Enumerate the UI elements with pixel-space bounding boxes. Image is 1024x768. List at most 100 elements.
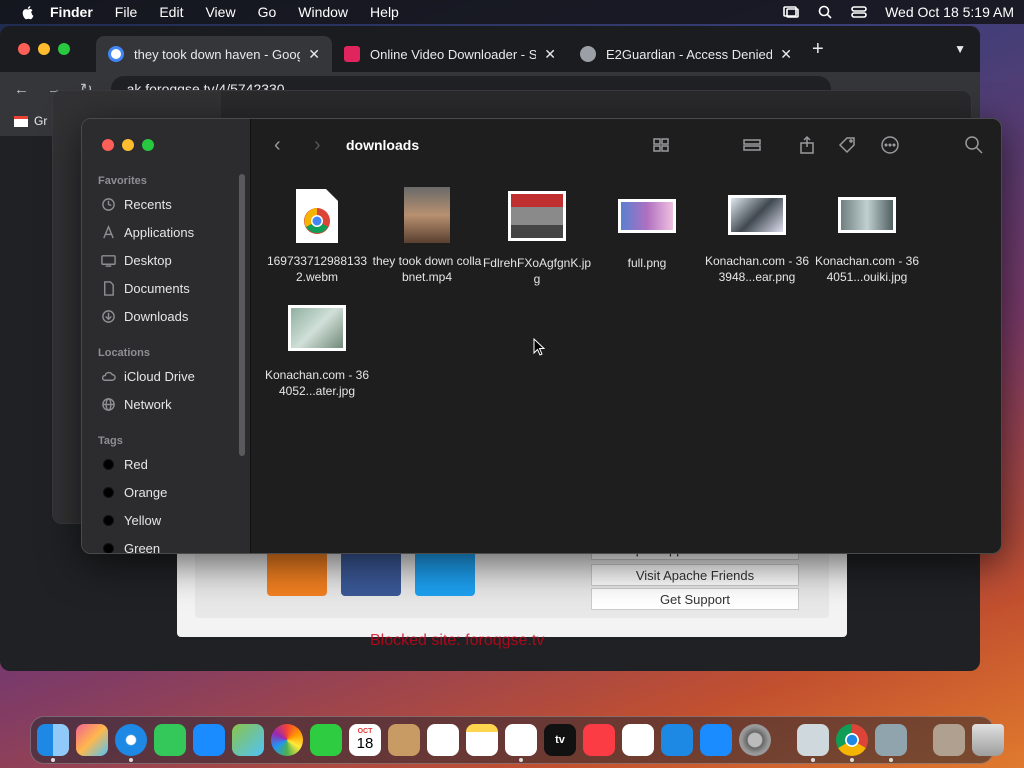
group-by-button[interactable] <box>742 135 762 160</box>
mouse-cursor-icon <box>533 338 545 356</box>
tag-dot-icon <box>103 514 114 526</box>
close-button[interactable] <box>18 43 30 55</box>
freeform-dock-icon[interactable] <box>505 724 537 762</box>
sidebar-item-label: Network <box>124 396 172 412</box>
zoom-button[interactable] <box>58 43 70 55</box>
file-item-konachan-2[interactable]: Konachan.com - 364051...ouiki.jpg <box>812 197 922 285</box>
close-tab-icon[interactable]: ✕ <box>544 46 556 63</box>
launchpad-dock-icon[interactable] <box>76 724 108 756</box>
trash-dock-icon[interactable] <box>972 724 1004 756</box>
bookmark-label[interactable]: Gr <box>34 114 47 128</box>
sidebar-scrollbar[interactable] <box>239 174 245 456</box>
preview-dock-icon[interactable] <box>875 724 907 762</box>
chrome-dock-icon[interactable] <box>836 724 868 762</box>
maps-dock-icon[interactable] <box>232 724 264 756</box>
minimize-button[interactable] <box>38 43 50 55</box>
browser-tab-2[interactable]: Online Video Downloader - SS ✕ <box>332 36 568 72</box>
reminders-dock-icon[interactable] <box>427 724 459 756</box>
sidebar-item-label: Red <box>124 456 148 472</box>
file-item-full-png[interactable]: full.png <box>592 199 702 271</box>
share-button[interactable] <box>797 135 817 160</box>
tab-search-chevron-icon[interactable]: ▼ <box>954 42 966 56</box>
downloads-stack-dock-icon[interactable] <box>933 724 965 756</box>
file-item-konachan-1[interactable]: Konachan.com - 363948...ear.png <box>702 195 812 285</box>
photos-dock-icon[interactable] <box>271 724 303 756</box>
tag-dot-icon <box>103 458 114 470</box>
window-controls <box>102 139 154 151</box>
running-indicator <box>811 758 815 762</box>
applications-icon <box>103 224 114 238</box>
menu-edit[interactable]: Edit <box>159 4 183 20</box>
file-item-webm[interactable]: 1697337129881332.webm <box>262 187 372 285</box>
search-button[interactable] <box>964 135 984 160</box>
sidebar-item-desktop[interactable]: Desktop <box>101 249 172 271</box>
running-indicator <box>889 758 893 762</box>
sidebar-item-applications[interactable]: Applications <box>101 221 194 243</box>
notes-dock-icon[interactable] <box>466 724 498 756</box>
music-dock-icon[interactable] <box>583 724 615 756</box>
sidebar-tag-red[interactable]: Red <box>101 453 148 475</box>
menu-help[interactable]: Help <box>370 4 399 20</box>
tab-title: Online Video Downloader - SS <box>370 46 537 62</box>
get-support-button[interactable]: Get Support <box>591 588 799 610</box>
file-grid: 1697337129881332.webm they took down col… <box>252 171 1001 553</box>
close-tab-icon[interactable]: ✕ <box>308 46 320 63</box>
sidebar-item-network[interactable]: Network <box>101 393 172 415</box>
tag-button[interactable] <box>837 135 857 160</box>
sidebar-item-documents[interactable]: Documents <box>101 277 190 299</box>
browser-tab-3[interactable]: E2Guardian - Access Denied ✕ <box>568 36 804 72</box>
sidebar-item-downloads[interactable]: Downloads <box>101 305 188 327</box>
calendar-dock-icon[interactable]: OCT 18 <box>349 724 381 756</box>
file-item-mp4[interactable]: they took down collabnet.mp4 <box>372 187 482 285</box>
mail-dock-icon[interactable] <box>193 724 225 756</box>
menu-file[interactable]: File <box>115 4 138 20</box>
close-tab-icon[interactable]: ✕ <box>780 46 792 63</box>
keynote-dock-icon[interactable] <box>661 724 693 756</box>
sidebar-item-recents[interactable]: Recents <box>101 193 172 215</box>
sidebar-item-label: Applications <box>124 224 195 240</box>
app-store-dock-icon[interactable] <box>700 724 732 756</box>
browser-tab-1[interactable]: they took down haven - Google ✕ <box>96 36 332 72</box>
icon-view-toggle[interactable] <box>652 135 672 160</box>
close-button[interactable] <box>102 139 114 151</box>
menu-app-name[interactable]: Finder <box>50 4 93 20</box>
finder-dock-icon[interactable] <box>37 724 69 762</box>
spotlight-search-icon[interactable] <box>817 4 833 20</box>
news-dock-icon[interactable] <box>622 724 654 756</box>
locations-heading: Locations <box>98 347 150 359</box>
sidebar-tag-green[interactable]: Green <box>101 537 160 553</box>
screen-mirroring-icon[interactable] <box>783 4 799 20</box>
safari-dock-icon[interactable] <box>115 724 147 762</box>
back-chevron-icon[interactable]: ‹ <box>274 134 292 157</box>
menu-view[interactable]: View <box>205 4 235 20</box>
visit-apache-friends-button[interactable]: Visit Apache Friends <box>591 564 799 586</box>
menu-window[interactable]: Window <box>298 4 348 20</box>
minimize-button[interactable] <box>122 139 134 151</box>
more-actions-button[interactable] <box>880 135 900 160</box>
new-tab-button[interactable]: + <box>812 38 824 61</box>
video-thumbnail <box>404 187 450 243</box>
messages-dock-icon[interactable] <box>154 724 186 756</box>
desktop-icon <box>101 254 116 267</box>
file-item-car-jpg[interactable]: FdlrehFXoAgfgnK.jpg <box>482 191 592 287</box>
file-name: FdlrehFXoAgfgnK.jpg <box>482 256 592 286</box>
apple-tv-dock-icon[interactable]: tv <box>544 724 576 756</box>
system-information-dock-icon[interactable] <box>797 724 829 762</box>
sidebar-tag-yellow[interactable]: Yellow <box>101 509 161 531</box>
system-settings-dock-icon[interactable] <box>739 724 771 756</box>
contacts-dock-icon[interactable] <box>388 724 420 756</box>
forward-chevron-icon[interactable]: › <box>314 134 332 157</box>
menubar-clock[interactable]: Wed Oct 18 5:19 AM <box>885 4 1014 20</box>
control-center-icon[interactable] <box>851 4 867 20</box>
facetime-dock-icon[interactable] <box>310 724 342 756</box>
zoom-button[interactable] <box>142 139 154 151</box>
back-icon[interactable]: ← <box>14 81 29 98</box>
file-item-konachan-3[interactable]: Konachan.com - 364052...ater.jpg <box>262 305 372 399</box>
finder-window: Favorites Recents Applications Desktop D… <box>81 118 1002 554</box>
sidebar-item-icloud-drive[interactable]: iCloud Drive <box>101 365 195 387</box>
menu-go[interactable]: Go <box>258 4 277 20</box>
apple-icon[interactable] <box>20 4 36 20</box>
tab-strip: they took down haven - Google ✕ Online V… <box>0 26 980 72</box>
gmail-icon[interactable] <box>14 115 28 127</box>
sidebar-tag-orange[interactable]: Orange <box>101 481 167 503</box>
